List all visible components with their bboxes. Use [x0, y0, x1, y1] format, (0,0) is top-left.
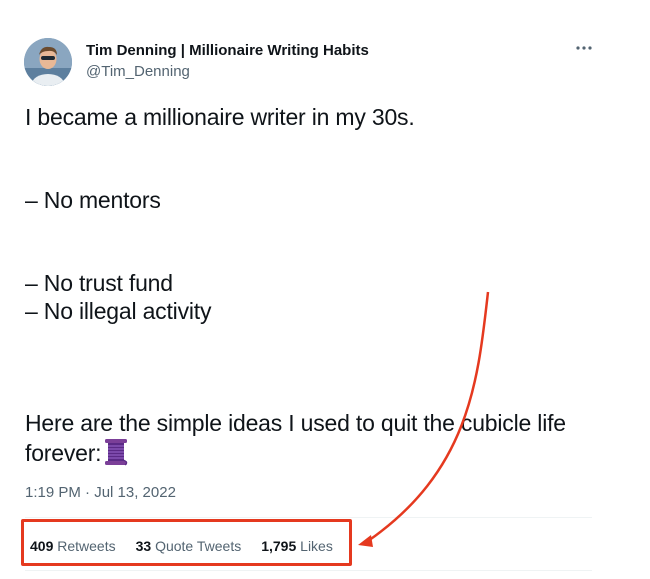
annotation-arrow-icon	[358, 291, 490, 547]
